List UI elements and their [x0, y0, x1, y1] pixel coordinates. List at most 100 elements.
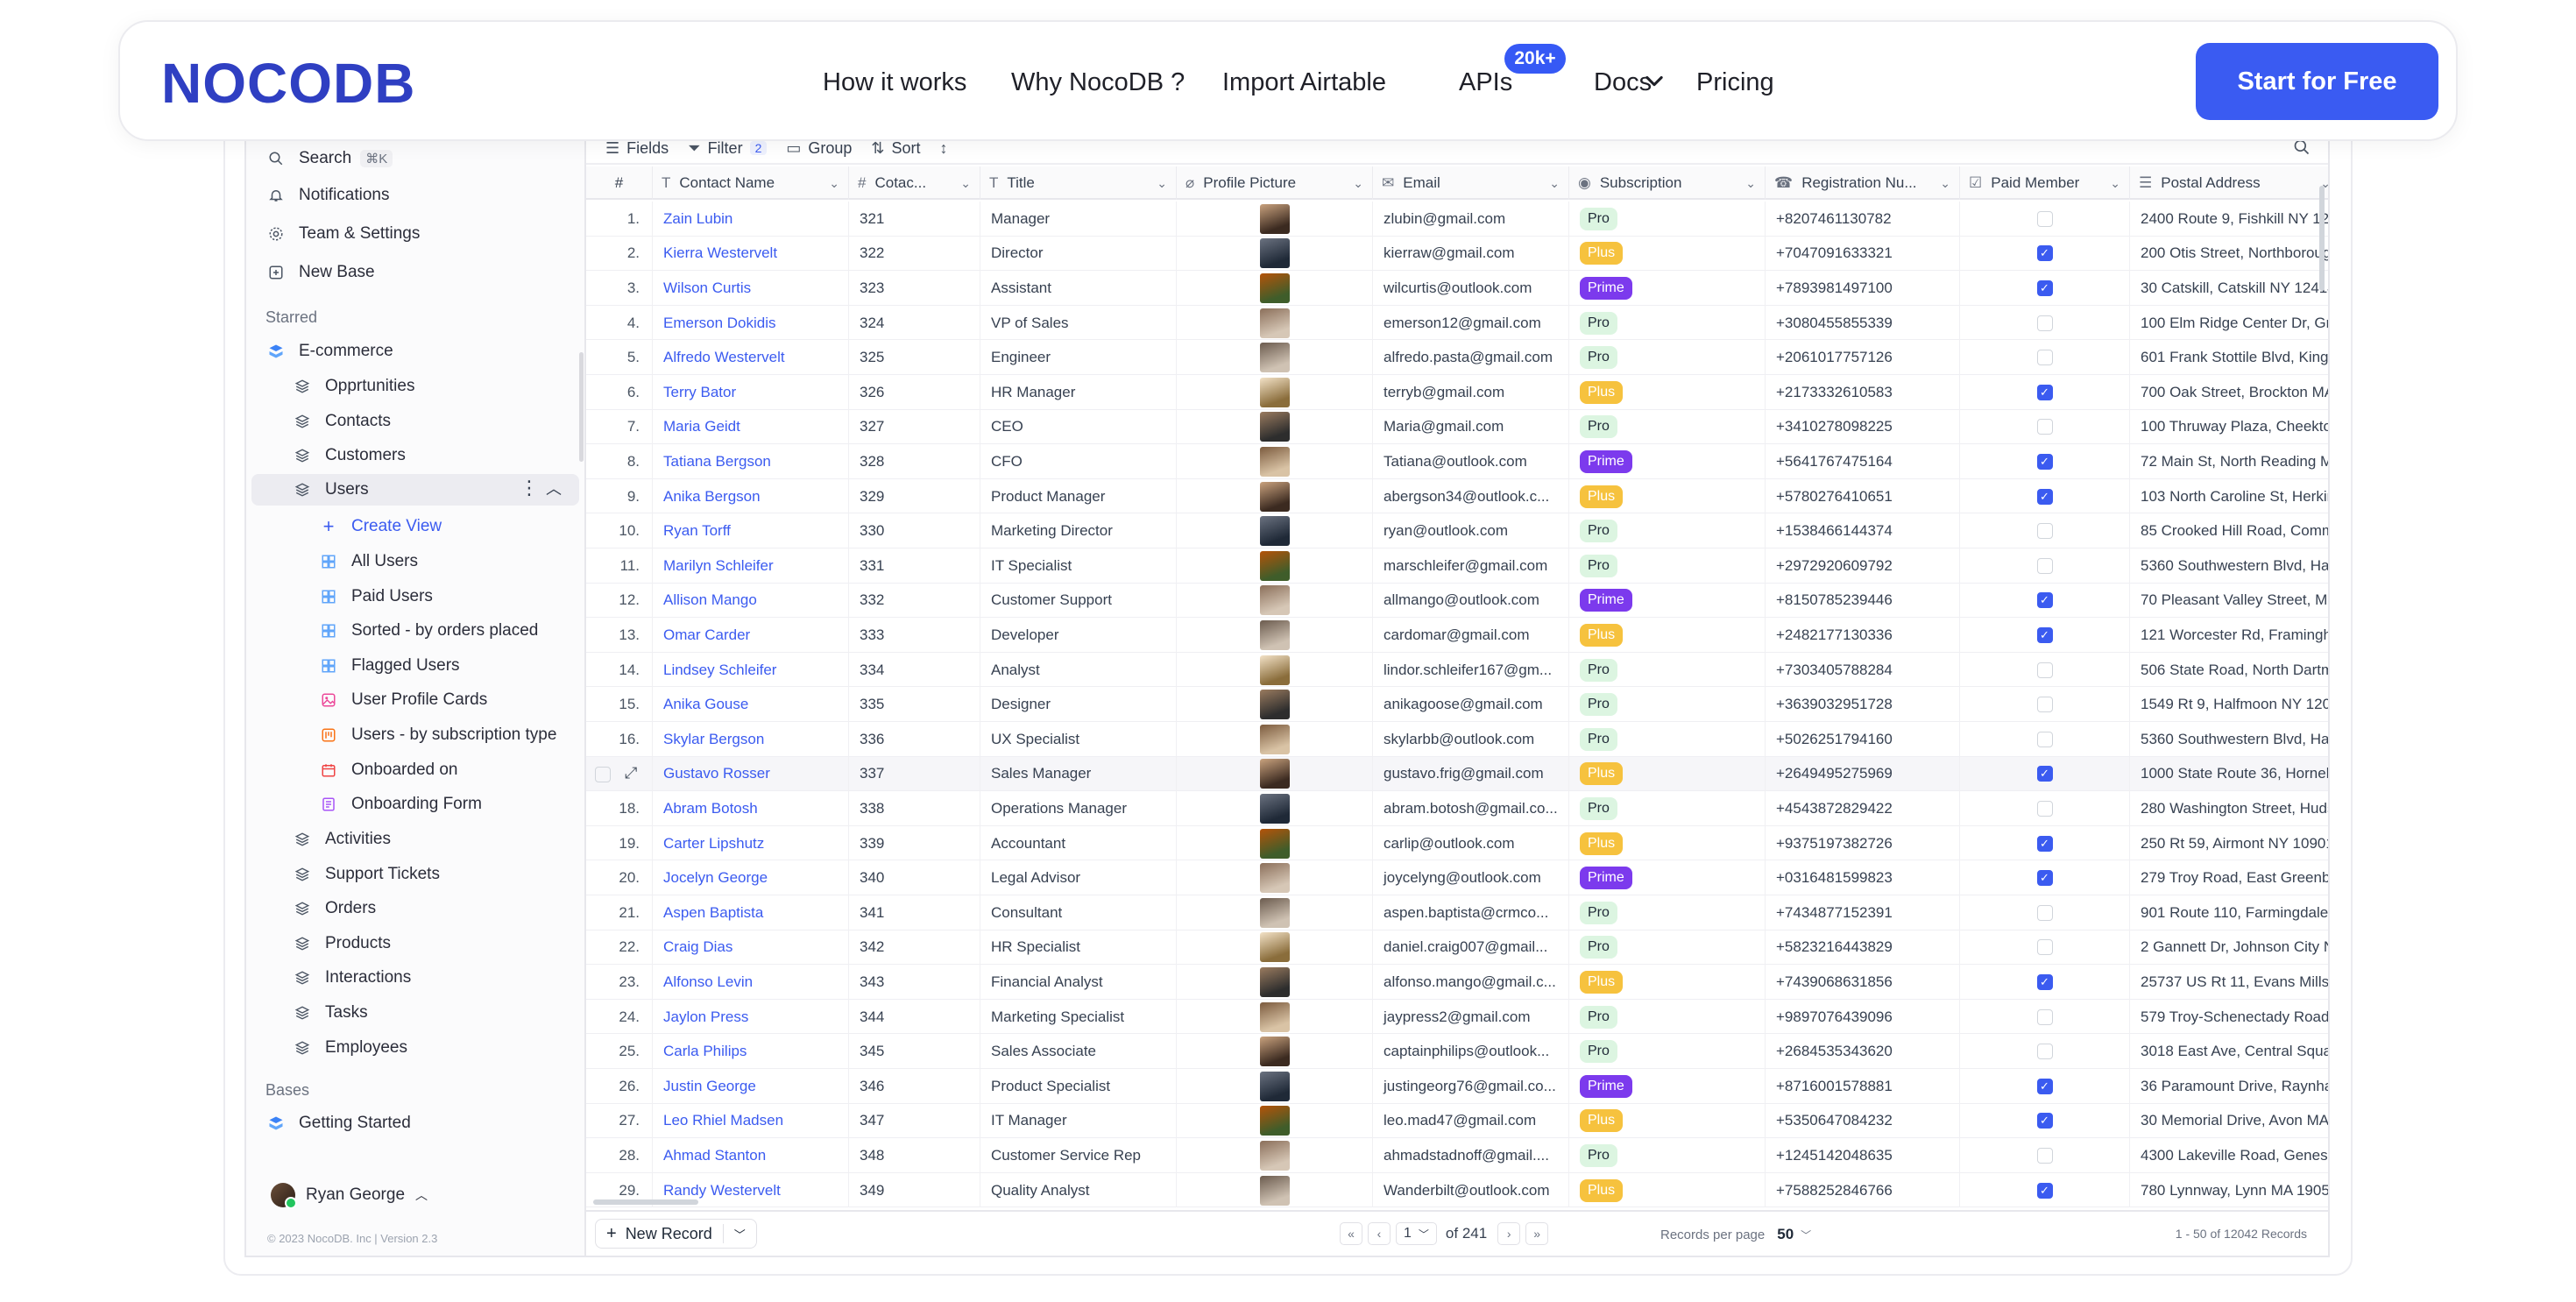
profile-picture-cell[interactable]: [1177, 340, 1373, 375]
paid-member-checkbox[interactable]: ✓: [2036, 488, 2053, 505]
title-cell[interactable]: CEO: [980, 409, 1177, 445]
email-cell[interactable]: cardomar@gmail.com: [1373, 618, 1569, 653]
fields-button[interactable]: ☰ Fields: [605, 139, 669, 158]
profile-picture-cell[interactable]: [1177, 791, 1373, 826]
paid-member-checkbox[interactable]: [2036, 315, 2053, 331]
paid-member-checkbox[interactable]: [2036, 350, 2053, 366]
subscription-cell[interactable]: Pro: [1569, 687, 1766, 722]
title-cell[interactable]: Product Specialist: [980, 1069, 1177, 1104]
title-cell[interactable]: Manager: [980, 202, 1177, 237]
subscription-cell[interactable]: Prime: [1569, 444, 1766, 479]
sidebar-item-employees[interactable]: Employees: [292, 1033, 407, 1063]
table-row[interactable]: 16. Skylar Bergson 336 UX Specialist skylarb…: [586, 722, 2328, 757]
table-row[interactable]: 19. Carter Lipshutz 339 Accountant carlip@ou…: [586, 825, 2328, 861]
email-cell[interactable]: lindor.schleifer167@gm...: [1373, 652, 1569, 688]
paid-member-cell[interactable]: ✓: [1960, 271, 2130, 306]
paid-member-checkbox[interactable]: [2036, 1008, 2053, 1025]
sidebar-item-support-tickets[interactable]: Support Tickets: [292, 860, 440, 889]
title-cell[interactable]: Assistant: [980, 271, 1177, 306]
contact-id-cell[interactable]: 338: [849, 791, 980, 826]
registration-number-cell[interactable]: +8207461130782: [1766, 202, 1960, 237]
profile-picture-cell[interactable]: [1177, 825, 1373, 861]
postal-address-cell[interactable]: 85 Crooked Hill Road, Commack: [2130, 513, 2328, 548]
postal-address-cell[interactable]: 103 North Caroline St, Herkimer: [2130, 479, 2328, 514]
table-row[interactable]: 20. Jocelyn George 340 Legal Advisor joycely…: [586, 860, 2328, 895]
contact-id-cell[interactable]: 349: [849, 1172, 980, 1208]
table-row[interactable]: 27. Leo Rhiel Madsen 347 IT Manager leo.mad4…: [586, 1103, 2328, 1139]
sidebar-search[interactable]: Search ⌘K: [265, 144, 393, 173]
table-row[interactable]: 2. Kierra Westervelt 322 Director kierraw@gm…: [586, 236, 2328, 272]
email-cell[interactable]: skylarbb@outlook.com: [1373, 722, 1569, 757]
create-view-button[interactable]: + Create View: [318, 512, 442, 541]
last-page-button[interactable]: »: [1525, 1222, 1549, 1245]
paid-member-cell[interactable]: [1960, 999, 2130, 1035]
profile-picture[interactable]: [1259, 759, 1290, 789]
email-cell[interactable]: ryan@outlook.com: [1373, 513, 1569, 548]
profile-picture[interactable]: [1259, 203, 1290, 234]
email-cell[interactable]: alfredo.pasta@gmail.com: [1373, 340, 1569, 375]
postal-address-cell[interactable]: 25737 US Rt 11, Evans Mills NY: [2130, 965, 2328, 1000]
contact-name-cell[interactable]: Lindsey Schleifer: [653, 652, 849, 688]
postal-address-cell[interactable]: 1549 Rt 9, Halfmoon NY 12065: [2130, 687, 2328, 722]
sidebar-base-ecommerce[interactable]: E-commerce: [265, 336, 393, 366]
sidebar-item-products[interactable]: Products: [292, 929, 391, 959]
paid-member-checkbox[interactable]: [2036, 662, 2053, 678]
postal-address-cell[interactable]: 121 Worcester Rd, Framingham: [2130, 618, 2328, 653]
profile-picture[interactable]: [1259, 1175, 1290, 1206]
contact-id-cell[interactable]: 327: [849, 409, 980, 445]
email-cell[interactable]: marschleifer@gmail.com: [1373, 548, 1569, 584]
paid-member-cell[interactable]: ✓: [1960, 236, 2130, 272]
registration-number-cell[interactable]: +7047091633321: [1766, 236, 1960, 272]
paid-member-checkbox[interactable]: ✓: [2036, 592, 2053, 609]
title-cell[interactable]: Marketing Specialist: [980, 999, 1177, 1035]
paid-member-checkbox[interactable]: [2036, 800, 2053, 817]
profile-picture-cell[interactable]: [1177, 236, 1373, 272]
contact-id-cell[interactable]: 332: [849, 583, 980, 619]
chevron-down-icon[interactable]: ⌄: [1549, 176, 1560, 191]
user-menu[interactable]: Ryan George ︿: [271, 1183, 428, 1209]
subscription-cell[interactable]: Pro: [1569, 791, 1766, 826]
table-row[interactable]: 6. Terry Bator 326 HR Manager terryb@gmail.c…: [586, 375, 2328, 410]
profile-picture-cell[interactable]: [1177, 305, 1373, 341]
postal-address-cell[interactable]: 72 Main St, North Reading MA: [2130, 444, 2328, 479]
chevron-down-icon[interactable]: ⌄: [1353, 176, 1363, 191]
contact-id-cell[interactable]: 335: [849, 687, 980, 722]
title-cell[interactable]: Marketing Director: [980, 513, 1177, 548]
contact-id-cell[interactable]: 345: [849, 1034, 980, 1069]
profile-picture[interactable]: [1259, 446, 1290, 477]
table-row[interactable]: 13. Omar Carder 333 Developer cardomar@gmail…: [586, 618, 2328, 653]
page-select[interactable]: 1 ﹀: [1396, 1222, 1437, 1245]
contact-id-cell[interactable]: 344: [849, 999, 980, 1035]
paid-member-cell[interactable]: [1960, 687, 2130, 722]
filter-button[interactable]: ⏷ Filter 2: [688, 139, 768, 158]
email-cell[interactable]: ahmadstadnoff@gmail....: [1373, 1138, 1569, 1173]
contact-id-cell[interactable]: 347: [849, 1103, 980, 1139]
subscription-cell[interactable]: Plus: [1569, 236, 1766, 272]
paid-member-cell[interactable]: ✓: [1960, 444, 2130, 479]
column-header-paid-member[interactable]: ☑ Paid Member ⌄: [1960, 166, 2130, 200]
email-cell[interactable]: anikagoose@gmail.com: [1373, 687, 1569, 722]
title-cell[interactable]: Sales Associate: [980, 1034, 1177, 1069]
email-cell[interactable]: jaypress2@gmail.com: [1373, 999, 1569, 1035]
paid-member-cell[interactable]: ✓: [1960, 756, 2130, 792]
profile-picture[interactable]: [1259, 1071, 1290, 1101]
contact-id-cell[interactable]: 330: [849, 513, 980, 548]
registration-number-cell[interactable]: +7588252846766: [1766, 1172, 1960, 1208]
sidebar-scrollbar[interactable]: [579, 352, 584, 462]
contact-id-cell[interactable]: 324: [849, 305, 980, 341]
profile-picture-cell[interactable]: [1177, 756, 1373, 792]
table-row[interactable]: 7. Maria Geidt 327 CEO Maria@gmail.com Pro +34…: [586, 409, 2328, 445]
contact-name-cell[interactable]: Carla Philips: [653, 1034, 849, 1069]
paid-member-cell[interactable]: [1960, 1138, 2130, 1173]
contact-name-cell[interactable]: Anika Bergson: [653, 478, 849, 514]
registration-number-cell[interactable]: +2173332610583: [1766, 375, 1960, 410]
contact-name-cell[interactable]: Emerson Dokidis: [653, 305, 849, 341]
title-cell[interactable]: HR Specialist: [980, 930, 1177, 966]
postal-address-cell[interactable]: 36 Paramount Drive, Raynham: [2130, 1069, 2328, 1104]
postal-address-cell[interactable]: 5360 Southwestern Blvd, Hamburg: [2130, 548, 2328, 584]
title-cell[interactable]: IT Specialist: [980, 548, 1177, 584]
paid-member-cell[interactable]: [1960, 513, 2130, 548]
contact-id-cell[interactable]: 336: [849, 722, 980, 757]
postal-address-cell[interactable]: 579 Troy-Schenectady Road,: [2130, 1000, 2328, 1035]
sidebar-item-contacts[interactable]: Contacts: [292, 407, 391, 436]
